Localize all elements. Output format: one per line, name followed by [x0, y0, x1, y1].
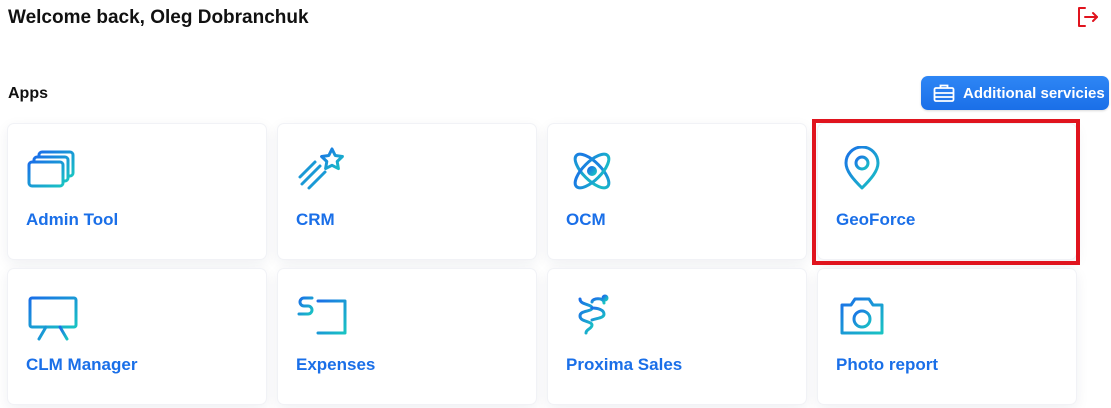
app-tile-expenses[interactable]: Expenses	[278, 269, 536, 404]
shooting-star-icon	[298, 147, 344, 190]
app-label: CLM Manager	[26, 355, 138, 374]
app-label: GeoForce	[836, 210, 916, 229]
briefcase-icon	[933, 84, 955, 102]
camera-icon	[840, 297, 884, 335]
logout-icon	[1078, 7, 1098, 27]
app-tile-clm-manager[interactable]: CLM Manager	[8, 269, 266, 404]
map-pin-icon	[844, 146, 880, 194]
welcome-heading: Welcome back, Oleg Dobranchuk	[8, 7, 309, 28]
app-tile-crm[interactable]: CRM	[278, 124, 536, 259]
app-tile-photo-report[interactable]: Photo report	[818, 269, 1076, 404]
app-tile-admin-tool[interactable]: Admin Tool	[8, 124, 266, 259]
windows-icon	[27, 150, 75, 188]
apps-section-title: Apps	[8, 85, 48, 102]
dollar-card-icon	[297, 292, 347, 335]
app-label: CRM	[296, 210, 335, 229]
logout-button[interactable]	[1074, 5, 1100, 29]
presentation-chart-icon	[28, 291, 78, 341]
additional-services-label: Additional servicies	[963, 84, 1105, 102]
app-tile-proxima-sales[interactable]: Proxima Sales	[548, 269, 806, 404]
additional-services-button[interactable]: Additional servicies	[921, 76, 1109, 110]
app-label: Admin Tool	[26, 210, 119, 229]
app-label: OCM	[566, 210, 606, 229]
app-tile-geoforce[interactable]: GeoForce	[818, 124, 1076, 259]
app-label: Photo report	[836, 355, 938, 374]
atom-icon	[573, 152, 611, 190]
app-label: Expenses	[296, 355, 376, 374]
app-tile-ocm[interactable]: OCM	[548, 124, 806, 259]
app-label: Proxima Sales	[566, 355, 683, 374]
caduceus-icon	[578, 291, 609, 341]
